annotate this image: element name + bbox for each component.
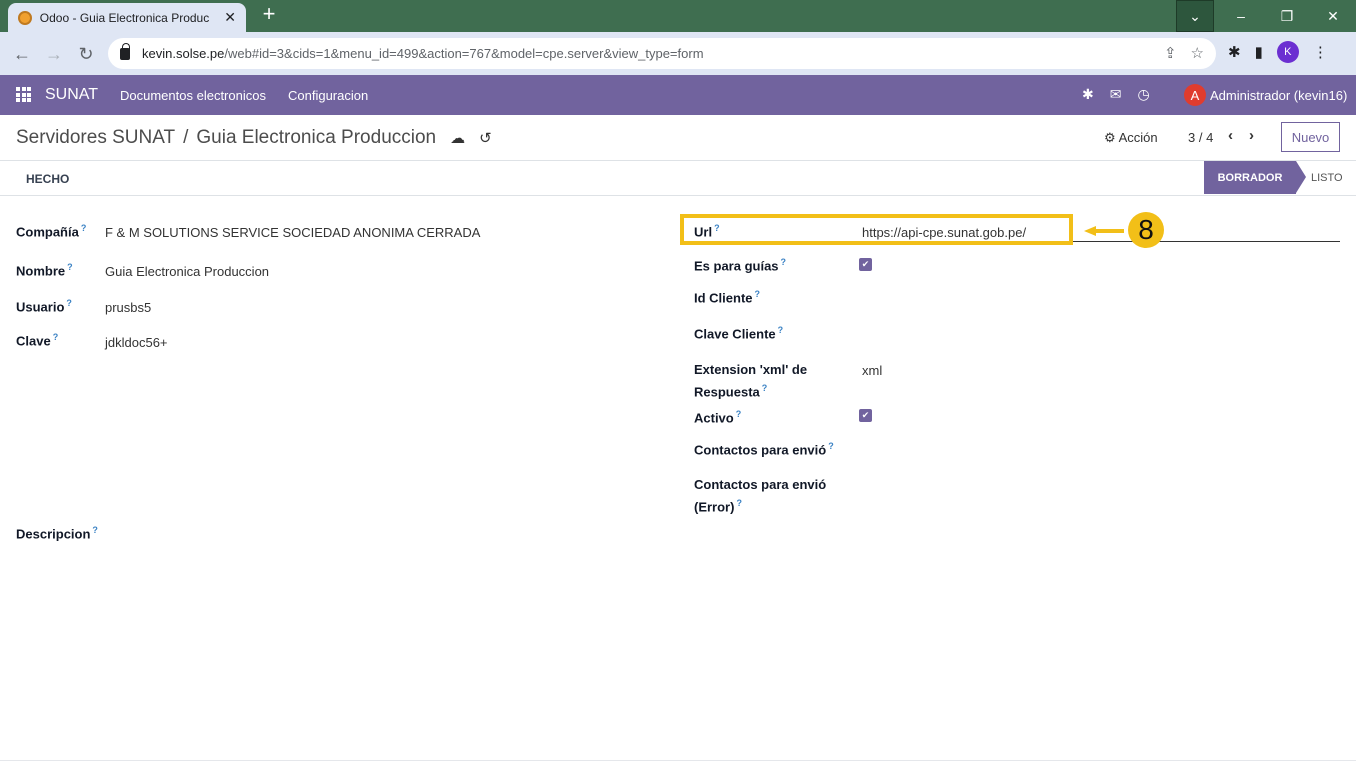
url-host: kevin.solse.pe [142, 46, 225, 61]
label-descripcion: Descripcion? [16, 525, 98, 542]
tab-title: Odoo - Guia Electronica Produc [39, 10, 210, 25]
help-icon[interactable]: ? [53, 332, 59, 342]
pager-next-icon[interactable]: › [1249, 127, 1254, 144]
side-panel-icon[interactable]: ▮ [1255, 43, 1263, 61]
label-nombre: Nombre? [16, 262, 73, 279]
new-tab-button[interactable]: + [258, 3, 280, 27]
tab-close-icon[interactable]: ✕ [224, 9, 236, 26]
tab-search-icon[interactable]: ⌄ [1176, 0, 1214, 32]
action-menu[interactable]: ⚙ Acción [1104, 130, 1158, 146]
checkbox-activo[interactable]: ✔ [859, 409, 872, 422]
highlight-box [680, 214, 1073, 245]
field-descripcion[interactable] [16, 548, 1340, 588]
debug-bug-icon[interactable]: ✱ [1082, 86, 1094, 103]
label-extension-xml: Extension 'xml' de Respuesta? [694, 362, 808, 400]
field-clave[interactable]: jdkldoc56+ [105, 335, 168, 350]
help-icon[interactable]: ? [81, 223, 87, 233]
gear-icon: ⚙ [1104, 130, 1116, 145]
help-icon[interactable]: ? [736, 498, 742, 508]
checkbox-es-para-guias[interactable]: ✔ [859, 258, 872, 271]
label-contactos-envio: Contactos para envió? [694, 441, 834, 458]
help-icon[interactable]: ? [67, 262, 73, 272]
label-contactos-envio-error: Contactos para envió (Error)? [694, 477, 827, 515]
user-name: Administrador (kevin16) [1210, 87, 1348, 103]
label-id-cliente: Id Cliente? [694, 289, 761, 306]
field-clave-cliente[interactable] [862, 325, 1332, 343]
hecho-button[interactable]: HECHO [26, 172, 69, 186]
help-icon[interactable]: ? [755, 289, 761, 299]
close-window-icon[interactable]: ✕ [1314, 0, 1352, 32]
callout-arrow-icon [1084, 226, 1124, 236]
help-icon[interactable]: ? [736, 409, 742, 419]
profile-avatar[interactable]: K [1276, 41, 1299, 63]
breadcrumb: Servidores SUNAT / Guia Electronica Prod… [16, 127, 492, 149]
save-cloud-icon[interactable]: ☁ [450, 129, 465, 147]
help-icon[interactable]: ? [66, 298, 72, 308]
pager-value[interactable]: 3 / 4 [1188, 130, 1213, 145]
field-extension-xml[interactable]: xml [862, 363, 882, 378]
label-activo: Activo? [694, 409, 742, 426]
field-compania[interactable]: F & M SOLUTIONS SERVICE SOCIEDAD ANONIMA… [105, 225, 480, 240]
stage-borrador[interactable]: BORRADOR [1204, 161, 1306, 194]
browser-toolbar: ← → ↻ kevin.solse.pe/web#id=3&cids=1&men… [0, 32, 1356, 75]
field-contactos-envio-error[interactable] [862, 480, 1332, 498]
menu-documentos-electronicos[interactable]: Documentos electronicos [120, 88, 266, 103]
odoo-navbar: SUNAT Documentos electronicos Configurac… [0, 75, 1356, 115]
app-brand[interactable]: SUNAT [45, 86, 98, 104]
label-es-para-guias: Es para guías? [694, 257, 787, 274]
odoo-favicon-icon [18, 10, 32, 25]
label-clave-cliente: Clave Cliente? [694, 325, 784, 342]
action-label: Acción [1118, 130, 1158, 145]
breadcrumb-current: Guia Electronica Produccion [196, 127, 437, 148]
help-icon[interactable]: ? [778, 325, 784, 335]
label-usuario: Usuario? [16, 298, 72, 315]
label-clave: Clave? [16, 332, 59, 349]
back-icon[interactable]: ← [10, 42, 34, 66]
lock-icon[interactable] [120, 42, 130, 60]
new-record-button[interactable]: Nuevo [1281, 122, 1340, 152]
share-icon[interactable]: ⇪ [1164, 44, 1177, 62]
minimize-icon[interactable]: – [1222, 0, 1260, 32]
chat-icon[interactable]: ✉ [1110, 86, 1122, 103]
discard-undo-icon[interactable]: ↺ [479, 129, 492, 147]
url-field-underline [1073, 241, 1340, 242]
breadcrumb-separator: / [183, 127, 189, 148]
label-compania: Compañía? [16, 223, 87, 240]
field-nombre[interactable]: Guia Electronica Produccion [105, 264, 269, 279]
control-panel: Servidores SUNAT / Guia Electronica Prod… [0, 115, 1356, 161]
bookmark-star-icon[interactable]: ☆ [1191, 44, 1204, 62]
field-contactos-envio[interactable] [862, 441, 1332, 459]
restore-icon[interactable]: ❐ [1268, 0, 1306, 32]
user-avatar: A [1184, 84, 1206, 106]
address-bar[interactable]: kevin.solse.pe/web#id=3&cids=1&menu_id=4… [108, 38, 1216, 69]
menu-configuracion[interactable]: Configuracion [288, 88, 368, 103]
reload-icon[interactable]: ↻ [74, 42, 98, 66]
help-icon[interactable]: ? [762, 383, 768, 393]
field-id-cliente[interactable] [862, 289, 1332, 307]
browser-tab[interactable]: Odoo - Guia Electronica Produc ✕ [8, 3, 246, 32]
step-number-badge: 8 [1128, 212, 1164, 248]
help-icon[interactable]: ? [92, 525, 98, 535]
pager-prev-icon[interactable]: ‹ [1228, 127, 1233, 144]
form-statusbar: HECHO BORRADOR LISTO [0, 161, 1356, 196]
activity-clock-icon[interactable]: ◷ [1137, 86, 1149, 103]
help-icon[interactable]: ? [781, 257, 787, 267]
browser-menu-icon[interactable]: ⋮ [1313, 43, 1328, 61]
url-path: /web#id=3&cids=1&menu_id=499&action=767&… [224, 46, 704, 61]
browser-titlebar: Odoo - Guia Electronica Produc ✕ + ⌄ – ❐… [0, 0, 1356, 32]
user-menu[interactable]: A Administrador (kevin16) [1184, 84, 1347, 106]
field-usuario[interactable]: prusbs5 [105, 300, 151, 315]
stage-listo[interactable]: LISTO [1311, 172, 1343, 184]
bottom-divider [0, 760, 1356, 761]
help-icon[interactable]: ? [828, 441, 834, 451]
extensions-icon[interactable]: ✱ [1228, 43, 1241, 61]
breadcrumb-parent[interactable]: Servidores SUNAT [16, 127, 175, 149]
apps-menu-icon[interactable] [16, 87, 31, 102]
forward-icon[interactable]: → [42, 42, 66, 66]
